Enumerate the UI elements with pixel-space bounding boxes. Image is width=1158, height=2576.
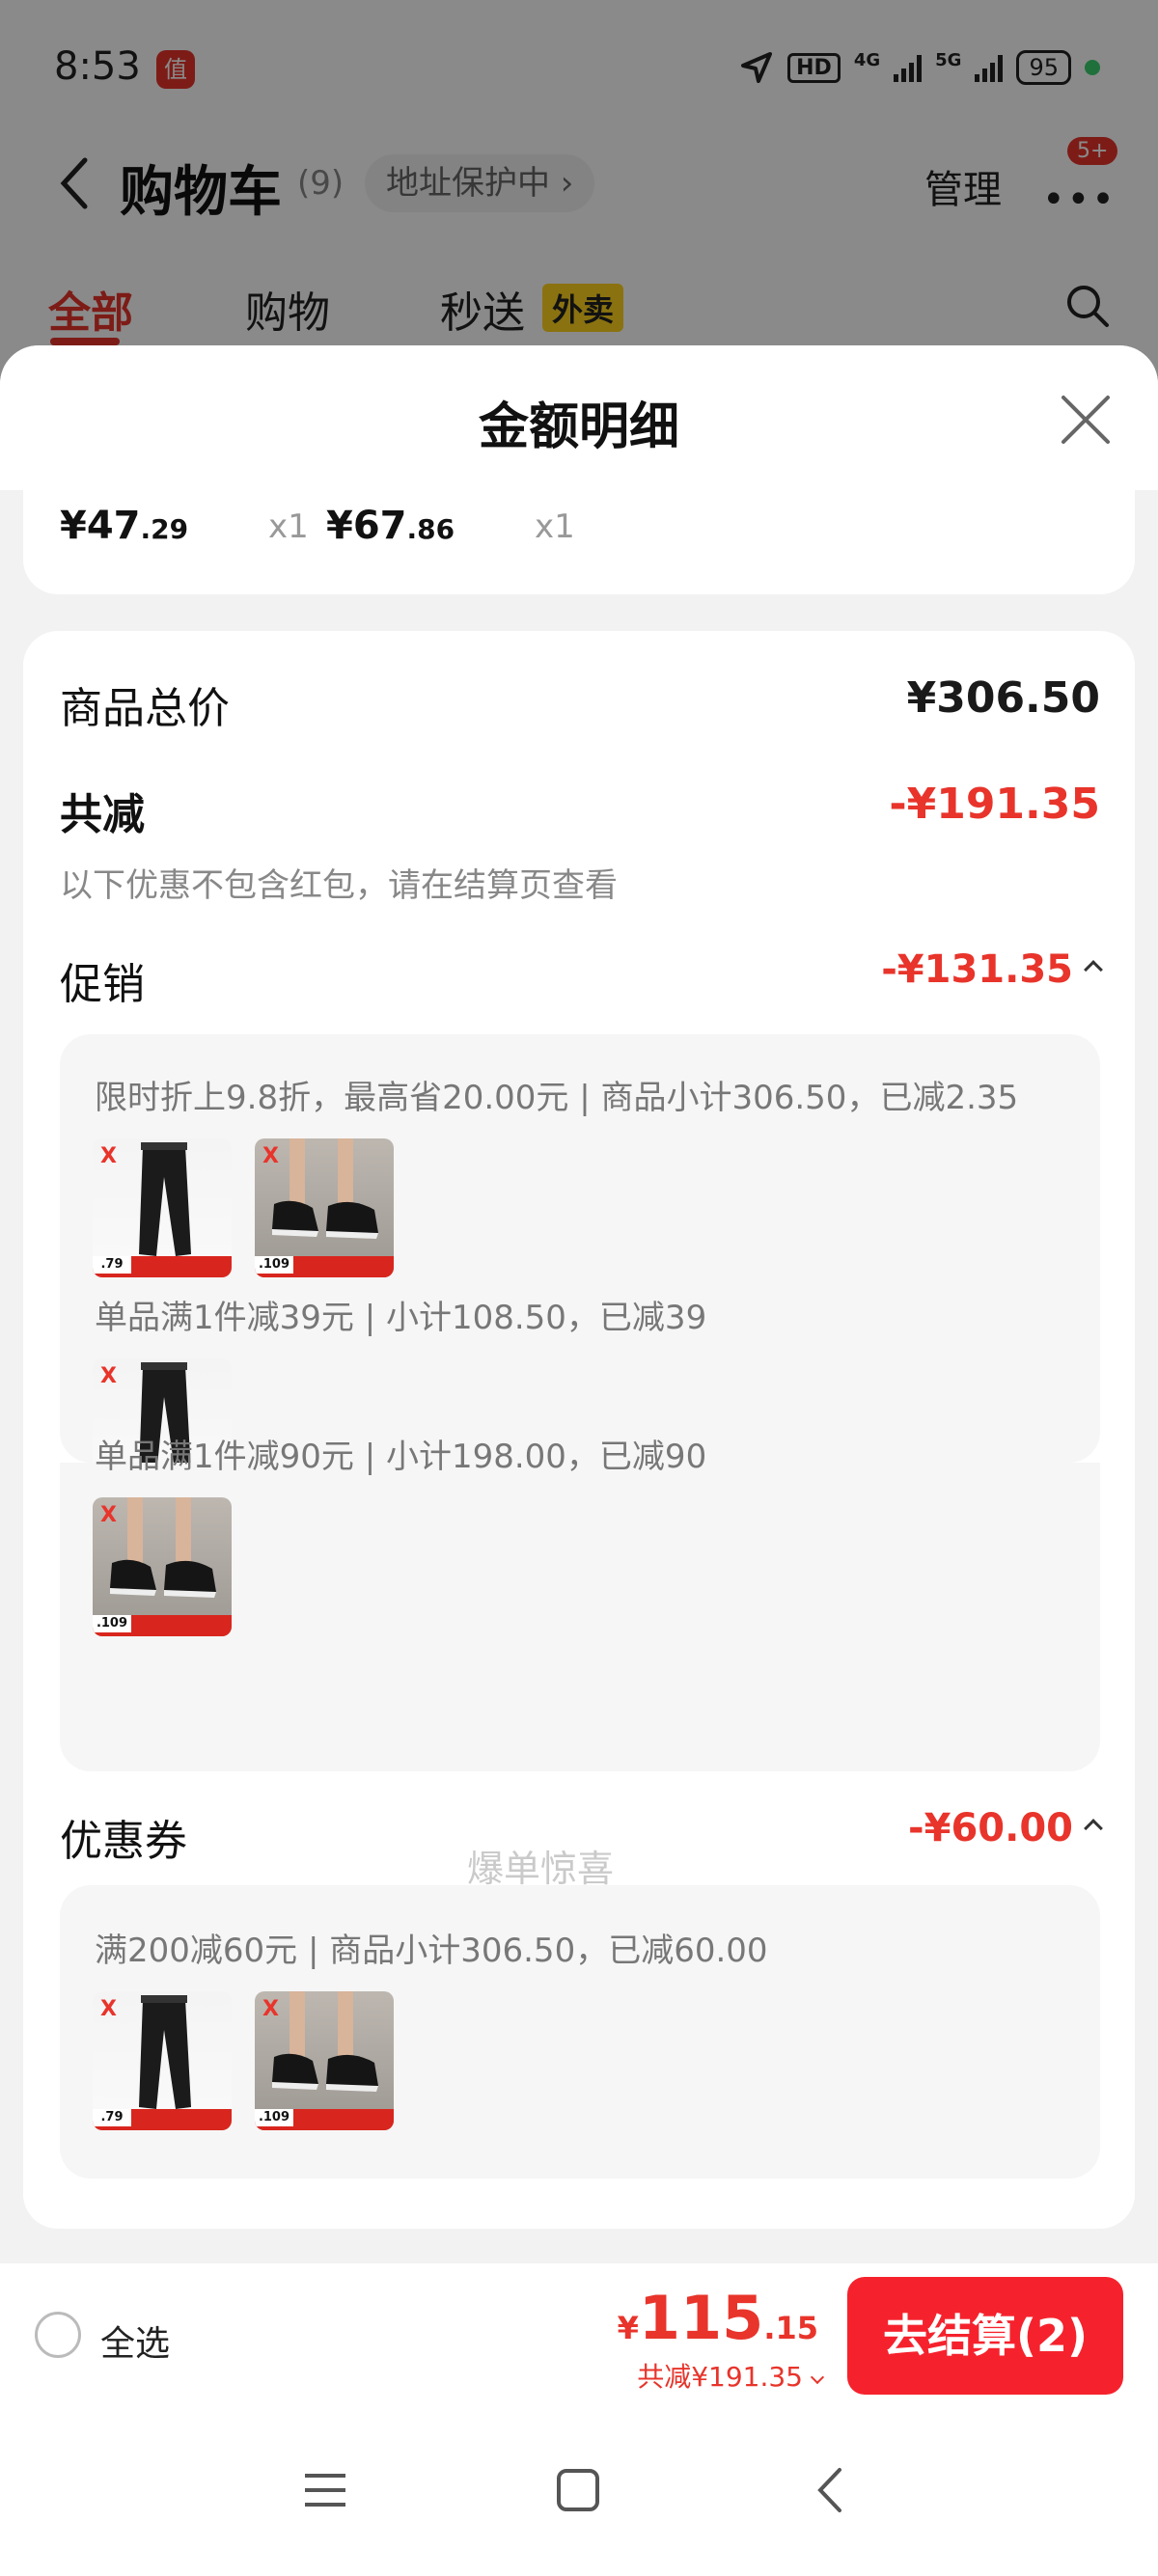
promotion-toggle[interactable]: -¥131.35 xyxy=(881,947,1103,992)
saved-amount-toggle[interactable]: 共减¥191.35 xyxy=(637,2356,825,2395)
system-nav-bar xyxy=(0,2408,1158,2576)
thumbnail-price-tag: .79 xyxy=(93,1256,131,1274)
thumbnail-price-tag: .109 xyxy=(255,1256,293,1274)
brand-logo: X xyxy=(100,1503,117,1527)
sheet-title: 金额明细 xyxy=(478,398,679,456)
product-thumbnail-shoes[interactable]: X .109 xyxy=(255,1991,394,2130)
total-price-value: ¥306.50 xyxy=(906,673,1100,723)
close-icon[interactable] xyxy=(1060,394,1112,446)
amount-detail-sheet: 金额明细 ¥47.29 x1 ¥67.86 x1 商品总价 ¥306.50 共减… xyxy=(0,345,1158,2576)
checkout-button[interactable]: 去结算(2) xyxy=(847,2277,1123,2395)
promotion-label: 促销 xyxy=(60,960,145,1009)
thumbnail-price-tag: .109 xyxy=(93,1615,131,1632)
coupon-rule: 满200减60元 | 商品小计306.50，已减60.00 xyxy=(95,1932,768,1970)
coupon-label: 优惠券 xyxy=(60,1817,187,1866)
brand-logo: X xyxy=(100,1364,117,1388)
chevron-up-icon xyxy=(1084,1819,1103,1838)
select-all-checkbox[interactable] xyxy=(35,2312,81,2358)
product-thumbnail-shoes[interactable]: X .109 xyxy=(255,1138,394,1277)
promotion-details: 限时折上9.8折，最高省20.00元 | 商品小计306.50，已减2.35 X… xyxy=(60,1034,1100,1497)
sheet-header: 金额明细 xyxy=(0,345,1158,490)
discount-note: 以下优惠不包含红包，请在结算页查看 xyxy=(60,866,618,905)
home-icon[interactable] xyxy=(554,2466,602,2514)
item-price: ¥47.29 xyxy=(60,504,189,548)
thumbnail-price-tag: .79 xyxy=(93,2109,131,2126)
promo-watermark: 爆单惊喜 xyxy=(467,1848,615,1890)
total-price-label: 商品总价 xyxy=(60,684,230,733)
item-quantity: x1 xyxy=(535,507,575,546)
promotion-rule: 单品满1件减90元 | 小计198.00，已减90 xyxy=(95,1438,707,1476)
price-breakdown-card: 商品总价 ¥306.50 共减 -¥191.35 以下优惠不包含红包，请在结算页… xyxy=(23,631,1135,2229)
chevron-down-icon xyxy=(810,2370,825,2385)
coupon-details: 满200减60元 | 商品小计306.50，已减60.00 X .79 X .1… xyxy=(60,1885,1100,2179)
brand-logo: X xyxy=(262,1997,279,2021)
back-nav-icon[interactable] xyxy=(807,2466,855,2514)
coupon-toggle[interactable]: -¥60.00 xyxy=(908,1806,1103,1850)
brand-logo: X xyxy=(100,1997,117,2021)
item-price-list: ¥47.29 x1 ¥67.86 x1 xyxy=(23,490,1135,594)
select-all-label[interactable]: 全选 xyxy=(100,2316,170,2366)
menu-icon[interactable] xyxy=(301,2466,349,2514)
product-thumbnail-pants[interactable]: X .79 xyxy=(93,1991,232,2130)
brand-logo: X xyxy=(262,1144,279,1168)
item-price: ¥67.86 xyxy=(326,504,455,548)
product-thumbnail-shoes[interactable]: X .109 xyxy=(93,1497,232,1636)
promotion-rule: 限时折上9.8折，最高省20.00元 | 商品小计306.50，已减2.35 xyxy=(95,1079,1019,1117)
total-amount: ¥115.15 xyxy=(617,2283,818,2353)
brand-logo: X xyxy=(100,1144,117,1168)
promotion-details-continued: 单品满1件减90元 | 小计198.00，已减90 X .109 xyxy=(60,1438,1100,1771)
promotion-rule: 单品满1件减39元 | 小计108.50，已减39 xyxy=(95,1299,707,1337)
discount-value: -¥191.35 xyxy=(889,780,1100,829)
item-quantity: x1 xyxy=(268,507,309,546)
discount-label: 共减 xyxy=(60,790,145,839)
checkout-bar: 全选 ¥115.15 共减¥191.35 去结算(2) xyxy=(0,2263,1158,2408)
product-thumbnail-pants[interactable]: X .79 xyxy=(93,1138,232,1277)
chevron-up-icon xyxy=(1084,960,1103,979)
thumbnail-price-tag: .109 xyxy=(255,2109,293,2126)
modal-overlay[interactable] xyxy=(0,0,1158,347)
